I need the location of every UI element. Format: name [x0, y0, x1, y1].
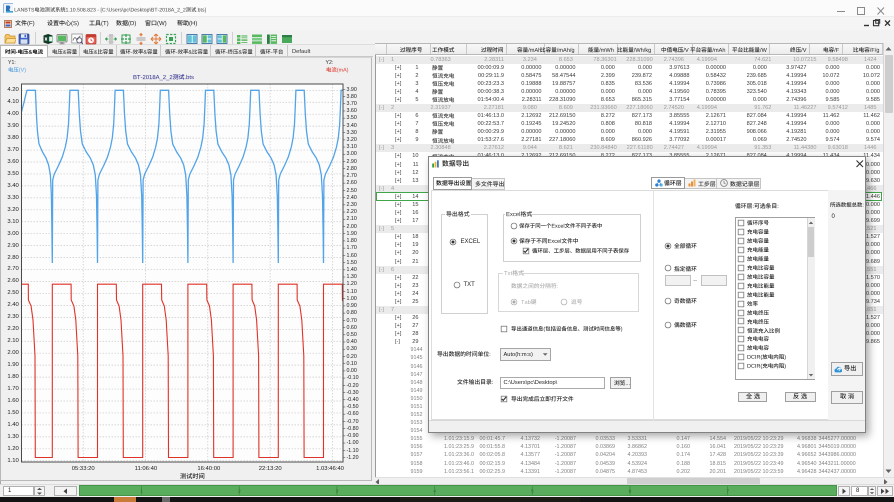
svg-text:2: 2 [238, 488, 241, 494]
svg-text:3: 3 [336, 488, 339, 494]
svg-text:5: 5 [531, 488, 534, 494]
svg-text:4: 4 [433, 488, 436, 494]
svg-text:7: 7 [726, 488, 729, 494]
svg-text:1: 1 [140, 488, 143, 494]
svg-text:6: 6 [629, 488, 632, 494]
